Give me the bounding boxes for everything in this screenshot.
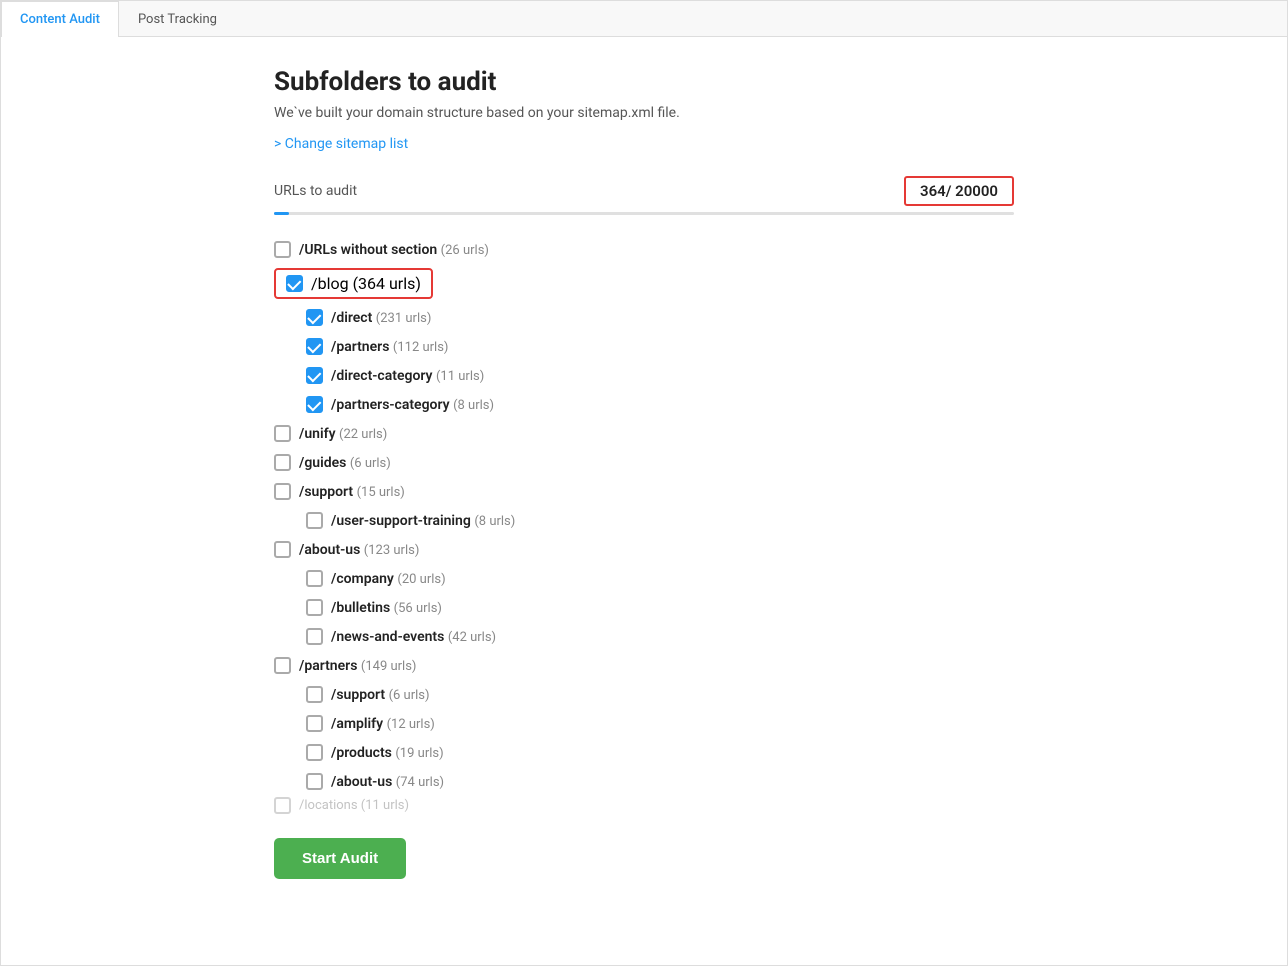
folder-name-products: /products (19 urls) [331, 745, 444, 761]
folder-name-direct-category: /direct-category (11 urls) [331, 368, 484, 384]
folder-name-support: /support (15 urls) [299, 484, 405, 500]
checkbox-company[interactable] [306, 570, 323, 587]
change-sitemap-link[interactable]: > Change sitemap list [274, 136, 408, 152]
folder-name-blog: /blog (364 urls) [311, 274, 421, 293]
checkbox-user-support-training[interactable] [306, 512, 323, 529]
folder-item-user-support-training: /user-support-training (8 urls) [274, 506, 1014, 535]
urls-audit-label: URLs to audit [274, 183, 357, 199]
checkbox-about-us-sub[interactable] [306, 773, 323, 790]
checkbox-bulletins[interactable] [306, 599, 323, 616]
folder-item-amplify: /amplify (12 urls) [274, 709, 1014, 738]
progress-bar-fill [274, 212, 289, 215]
folder-name-about-us: /about-us (123 urls) [299, 542, 419, 558]
scroll-hint-row: /locations (11 urls) [274, 796, 1014, 814]
checkbox-amplify[interactable] [306, 715, 323, 732]
folder-item-bulletins: /bulletins (56 urls) [274, 593, 1014, 622]
folder-name-bulletins: /bulletins (56 urls) [331, 600, 442, 616]
folder-name-company: /company (20 urls) [331, 571, 446, 587]
folder-item-direct: /direct (231 urls) [274, 303, 1014, 332]
checkbox-urls-without-section[interactable] [274, 241, 291, 258]
folder-name-support-sub: /support (6 urls) [331, 687, 430, 703]
folder-name-user-support-training: /user-support-training (8 urls) [331, 513, 515, 529]
folder-item-products: /products (19 urls) [274, 738, 1014, 767]
checkbox-guides[interactable] [274, 454, 291, 471]
blog-highlighted-row: /blog (364 urls) [274, 268, 433, 299]
folder-name-partners-top: /partners (149 urls) [299, 658, 416, 674]
folder-item-partners: /partners (112 urls) [274, 332, 1014, 361]
main-content: Subfolders to audit We`ve built your dom… [214, 37, 1074, 939]
checkbox-support[interactable] [274, 483, 291, 500]
checkbox-unify[interactable] [274, 425, 291, 442]
folder-name-amplify: /amplify (12 urls) [331, 716, 435, 732]
folder-item-partners-top: /partners (149 urls) [274, 651, 1014, 680]
checkbox-news-and-events[interactable] [306, 628, 323, 645]
urls-audit-row: URLs to audit 364/ 20000 [274, 176, 1014, 206]
progress-bar [274, 212, 1014, 215]
start-audit-button[interactable]: Start Audit [274, 838, 406, 879]
checkbox-partners-category[interactable] [306, 396, 323, 413]
urls-audit-count: 364/ 20000 [904, 176, 1014, 206]
checkbox-hidden [274, 797, 291, 814]
checkbox-partners-top[interactable] [274, 657, 291, 674]
folder-name: /URLs without section (26 urls) [299, 242, 489, 258]
folder-item-support-sub: /support (6 urls) [274, 680, 1014, 709]
folder-name-unify: /unify (22 urls) [299, 426, 387, 442]
folder-item-direct-category: /direct-category (11 urls) [274, 361, 1014, 390]
checkbox-blog[interactable] [286, 275, 303, 292]
folder-name-partners-category: /partners-category (8 urls) [331, 397, 494, 413]
tab-post-tracking[interactable]: Post Tracking [119, 1, 236, 37]
app-container: Content Audit Post Tracking Subfolders t… [0, 0, 1288, 966]
folder-name-partners: /partners (112 urls) [331, 339, 448, 355]
tab-content-audit[interactable]: Content Audit [1, 1, 119, 37]
folder-item-about-us-sub: /about-us (74 urls) [274, 767, 1014, 796]
folder-list: /URLs without section (26 urls) /blog (3… [274, 235, 1014, 814]
folder-item-company: /company (20 urls) [274, 564, 1014, 593]
checkbox-direct-category[interactable] [306, 367, 323, 384]
folder-item-unify: /unify (22 urls) [274, 419, 1014, 448]
folder-item-support: /support (15 urls) [274, 477, 1014, 506]
page-title: Subfolders to audit [274, 67, 1014, 97]
tabs-bar: Content Audit Post Tracking [1, 1, 1287, 37]
folder-name-guides: /guides (6 urls) [299, 455, 391, 471]
folder-name-direct: /direct (231 urls) [331, 310, 431, 326]
folder-item-news-and-events: /news-and-events (42 urls) [274, 622, 1014, 651]
folder-item-about-us: /about-us (123 urls) [274, 535, 1014, 564]
checkbox-about-us[interactable] [274, 541, 291, 558]
folder-name-news-and-events: /news-and-events (42 urls) [331, 629, 496, 645]
folder-name-about-us-sub: /about-us (74 urls) [331, 774, 444, 790]
checkbox-products[interactable] [306, 744, 323, 761]
page-subtitle: We`ve built your domain structure based … [274, 105, 1014, 121]
checkbox-support-sub[interactable] [306, 686, 323, 703]
folder-item: /URLs without section (26 urls) [274, 235, 1014, 264]
checkbox-partners[interactable] [306, 338, 323, 355]
folder-item-guides: /guides (6 urls) [274, 448, 1014, 477]
folder-item-partners-category: /partners-category (8 urls) [274, 390, 1014, 419]
checkbox-direct[interactable] [306, 309, 323, 326]
